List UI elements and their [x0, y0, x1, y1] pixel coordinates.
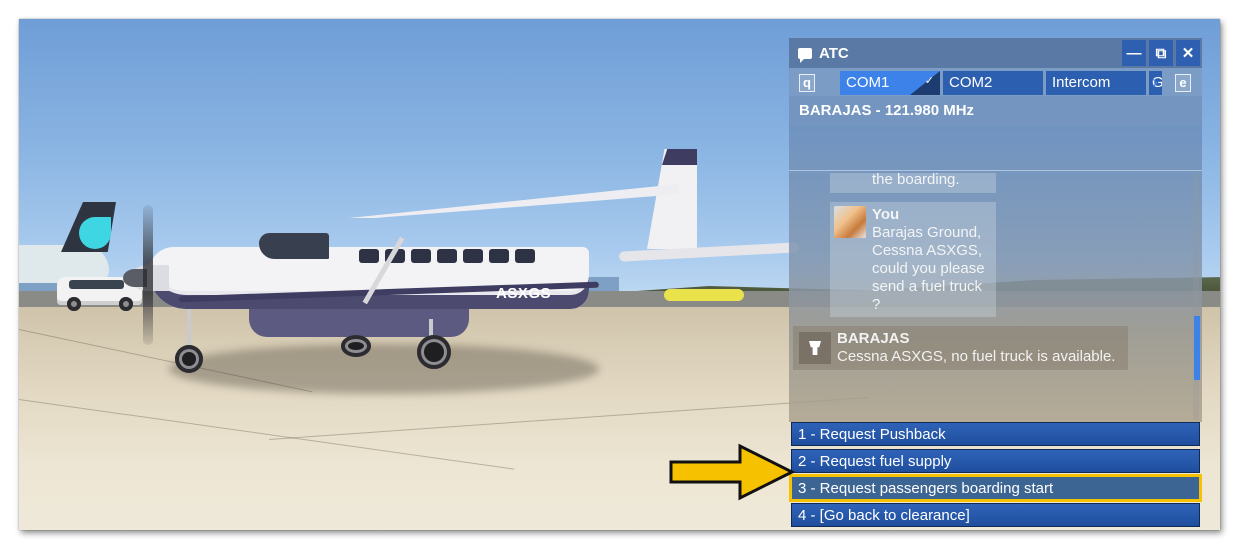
minimize-button[interactable]: —	[1122, 40, 1146, 66]
tab-com1[interactable]: COM1 ✓	[840, 71, 940, 95]
cabin-window	[359, 249, 379, 263]
nose-gear-strut	[187, 309, 191, 349]
option-request-fuel-supply[interactable]: 2 - Request fuel supply	[791, 449, 1200, 473]
cabin-window	[437, 249, 457, 263]
minimize-icon: —	[1126, 44, 1142, 62]
message-text: Cessna ASXGS, no fuel truck is available…	[837, 348, 1116, 365]
message-partial: the boarding.	[830, 171, 996, 193]
next-tab-key[interactable]: e	[1175, 74, 1191, 92]
aircraft-registration: ASXGS	[496, 285, 552, 302]
atc-title-bar[interactable]: ATC — ⧉ ✕	[789, 38, 1202, 68]
prev-tab-key[interactable]: q	[799, 74, 815, 92]
option-go-back-to-clearance[interactable]: 4 - [Go back to clearance]	[791, 503, 1200, 527]
message-text: Barajas Ground, Cessna ASXGS, could you …	[872, 224, 985, 313]
option-request-pushback[interactable]: 1 - Request Pushback	[791, 422, 1200, 446]
cabin-window	[489, 249, 509, 263]
cabin-window	[515, 249, 535, 263]
chat-log: the boarding. You Barajas Ground, Cessna…	[789, 126, 1202, 422]
cabin-window	[463, 249, 483, 263]
tab-com2[interactable]: COM2	[943, 71, 1043, 95]
close-icon: ✕	[1181, 45, 1195, 62]
wing	[349, 184, 679, 218]
atc-window-title: ATC	[819, 44, 849, 62]
chat-scrollbar-thumb[interactable]	[1194, 316, 1200, 380]
close-button[interactable]: ✕	[1176, 40, 1200, 66]
tail-fin-tip	[662, 149, 697, 165]
control-tower-icon	[799, 332, 831, 364]
message-sender: BARAJAS	[837, 330, 910, 347]
frequency-label: BARAJAS - 121.980 MHz	[789, 96, 1202, 126]
popout-button[interactable]: ⧉	[1149, 40, 1173, 66]
checkmark-icon: ✓	[924, 75, 934, 87]
chat-divider	[789, 170, 1202, 171]
tab-intercom[interactable]: Intercom	[1046, 71, 1146, 95]
radio-tabs: q COM1 ✓ COM2 Intercom G › e	[789, 68, 1202, 96]
tab-label: Intercom	[1052, 74, 1111, 91]
chat-scrollbar[interactable]	[1193, 174, 1199, 420]
option-request-boarding-start[interactable]: 3 - Request passengers boarding start	[789, 474, 1202, 502]
propeller	[143, 205, 153, 345]
tower-glyph	[809, 341, 821, 355]
tab-label: COM2	[949, 74, 993, 91]
chat-bubble-icon	[798, 47, 812, 63]
message-barajas: BARAJAS Cessna ASXGS, no fuel truck is a…	[793, 326, 1128, 370]
nose-wheel	[175, 345, 203, 373]
chevron-right-icon[interactable]: ›	[1152, 73, 1158, 91]
tab-label: COM1	[846, 74, 890, 91]
atc-options-list: 1 - Request Pushback 2 - Request fuel su…	[789, 422, 1202, 530]
cockpit-windows	[259, 233, 329, 259]
horizontal-stabilizer	[618, 242, 800, 262]
message-you: You Barajas Ground, Cessna ASXGS, could …	[830, 202, 996, 317]
cabin-window	[411, 249, 431, 263]
screenshot-frame: ASXGS ATC — ⧉ ✕ q COM1 ✓ COM2 Intercom G…	[19, 19, 1220, 530]
main-wheel-right	[417, 335, 451, 369]
message-text: the boarding.	[872, 171, 960, 188]
main-wheel-left	[341, 335, 371, 357]
atc-window: ATC — ⧉ ✕ q COM1 ✓ COM2 Intercom G › e B…	[789, 38, 1202, 527]
popout-icon: ⧉	[1155, 44, 1167, 62]
message-sender: You	[872, 206, 900, 223]
shiba-inu-avatar	[834, 206, 866, 238]
yellow-arrow-icon	[669, 443, 796, 501]
